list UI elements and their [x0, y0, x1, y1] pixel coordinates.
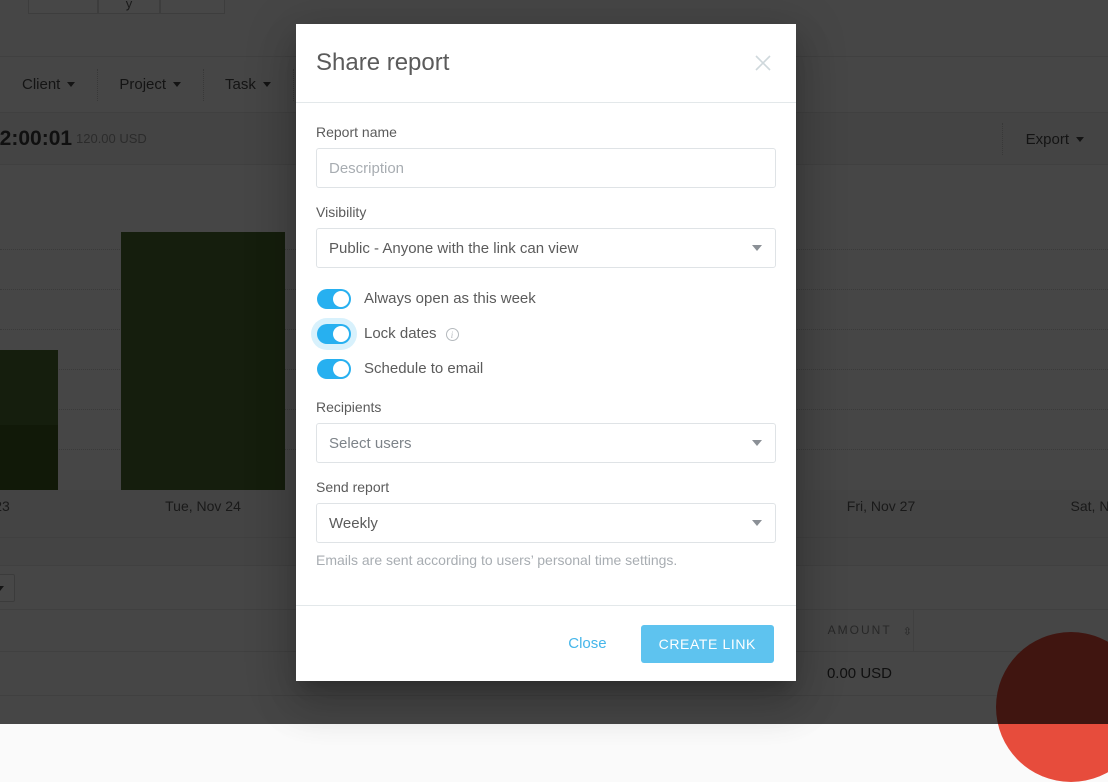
dialog-header: Share report [296, 24, 796, 103]
toggle-schedule-to-email[interactable]: Schedule to email [316, 351, 776, 386]
send-report-select[interactable]: Weekly [316, 503, 776, 543]
close-button[interactable]: Close [552, 625, 622, 662]
dialog-footer: Close CREATE LINK [296, 605, 796, 681]
toggle-knob [333, 361, 349, 377]
report-name-input[interactable] [316, 148, 776, 188]
toggle-switch[interactable] [317, 359, 351, 379]
visibility-select[interactable]: Public - Anyone with the link can view [316, 228, 776, 268]
chevron-down-icon [752, 440, 762, 446]
close-icon[interactable] [752, 52, 774, 74]
toggle-lock-dates[interactable]: Lock dates i [316, 316, 776, 351]
chevron-down-icon [752, 520, 762, 526]
share-report-dialog: Share report Report name Visibility Publ… [296, 24, 796, 681]
toggle-always-open-as-this-week[interactable]: Always open as this week [316, 281, 776, 316]
toggle-lock-dates-label: Lock dates [364, 325, 437, 342]
report-name-label: Report name [316, 124, 776, 140]
recipients-label: Recipients [316, 399, 776, 415]
toggle-always-open-label: Always open as this week [364, 290, 536, 307]
toggle-switch[interactable] [317, 289, 351, 309]
send-report-helper-text: Emails are sent according to users’ pers… [316, 552, 776, 568]
toggle-schedule-email-label: Schedule to email [364, 360, 483, 377]
recipients-value: Select users [329, 435, 412, 452]
info-icon[interactable]: i [446, 328, 459, 341]
visibility-value: Public - Anyone with the link can view [329, 240, 578, 257]
dialog-title: Share report [296, 49, 449, 77]
dialog-body: Report name Visibility Public - Anyone w… [296, 103, 796, 605]
send-report-value: Weekly [329, 515, 378, 532]
toggle-knob [333, 326, 349, 342]
toggle-switch[interactable] [317, 324, 351, 344]
send-report-label: Send report [316, 479, 776, 495]
recipients-select[interactable]: Select users [316, 423, 776, 463]
visibility-label: Visibility [316, 204, 776, 220]
toggle-knob [333, 291, 349, 307]
create-link-button[interactable]: CREATE LINK [641, 625, 774, 663]
chevron-down-icon [752, 245, 762, 251]
